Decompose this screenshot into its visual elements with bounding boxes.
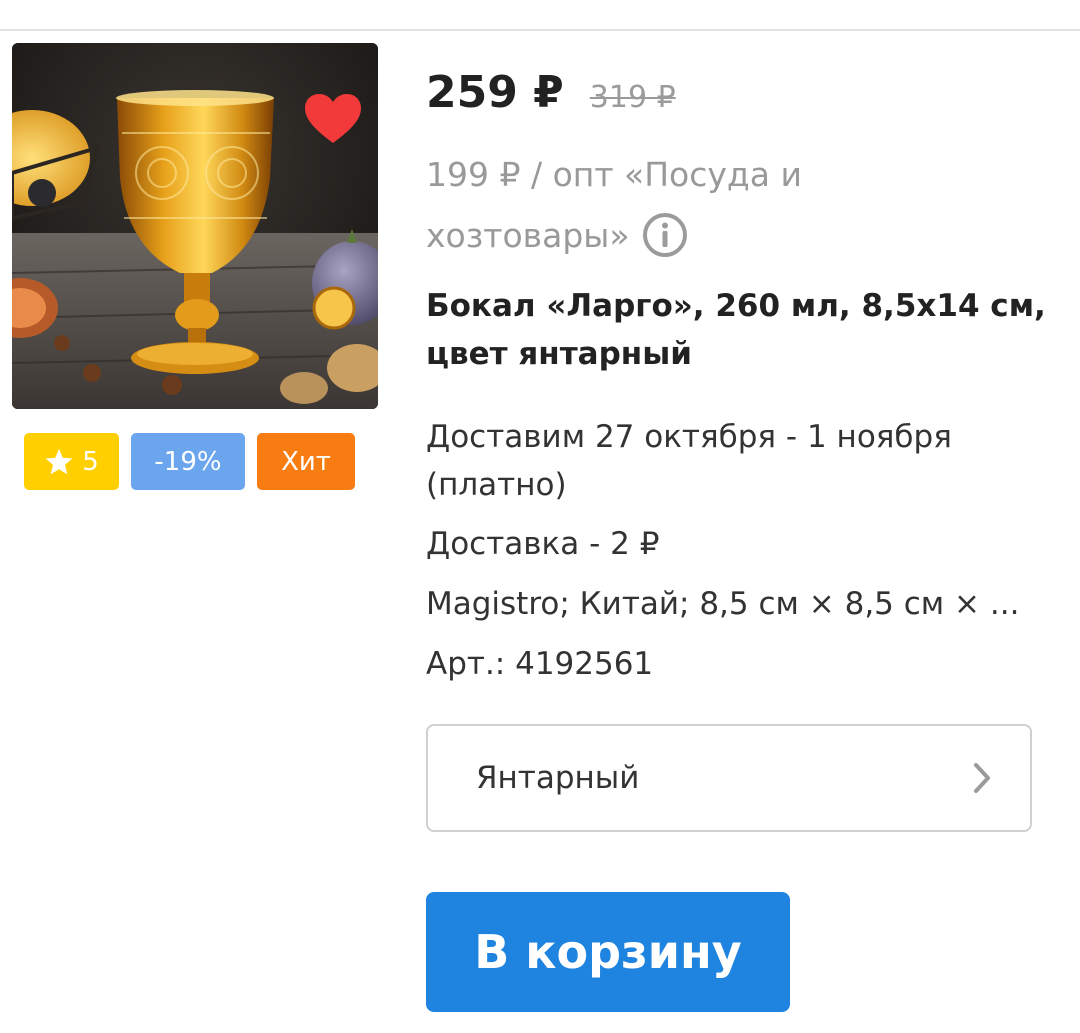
product-sku: Арт.: 4192561	[426, 646, 654, 682]
badge-row: 5 -19% Хит	[24, 433, 355, 490]
wholesale-text: 199 ₽ / опт «Посуда и хозтовары»	[426, 155, 802, 255]
rating-badge: 5	[24, 433, 119, 490]
variant-selected-value: Янтарный	[476, 760, 640, 796]
delivery-dates: Доставим 27 октября - 1 ноября (платно)	[426, 419, 952, 503]
chevron-right-icon	[974, 763, 990, 793]
wholesale-price: 199 ₽ / опт «Посуда и хозтовары»	[426, 144, 846, 266]
add-to-cart-button[interactable]: В корзину	[426, 892, 790, 1012]
price-row: 259 ₽ 319 ₽	[426, 67, 676, 118]
star-icon	[45, 448, 73, 474]
delivery-cost: Доставка - 2 ₽	[426, 526, 660, 562]
info-icon[interactable]	[642, 212, 688, 258]
product-title[interactable]: Бокал «Ларго», 260 мл, 8,5х14 см, цвет я…	[426, 282, 1056, 378]
product-specs: Magistro; Китай; 8,5 см × 8,5 см × ...	[426, 586, 1020, 622]
current-price: 259 ₽	[426, 67, 564, 118]
product-card[interactable]: 5 -19% Хит 259 ₽ 319 ₽ 199 ₽ / опт «Посу…	[0, 31, 1080, 1033]
heart-icon[interactable]	[304, 93, 362, 145]
product-image[interactable]	[12, 43, 378, 409]
discount-badge: -19%	[131, 433, 245, 490]
variant-selector[interactable]: Янтарный	[426, 724, 1032, 832]
old-price: 319 ₽	[589, 80, 676, 115]
rating-value: 5	[82, 446, 99, 477]
hit-badge: Хит	[257, 433, 355, 490]
